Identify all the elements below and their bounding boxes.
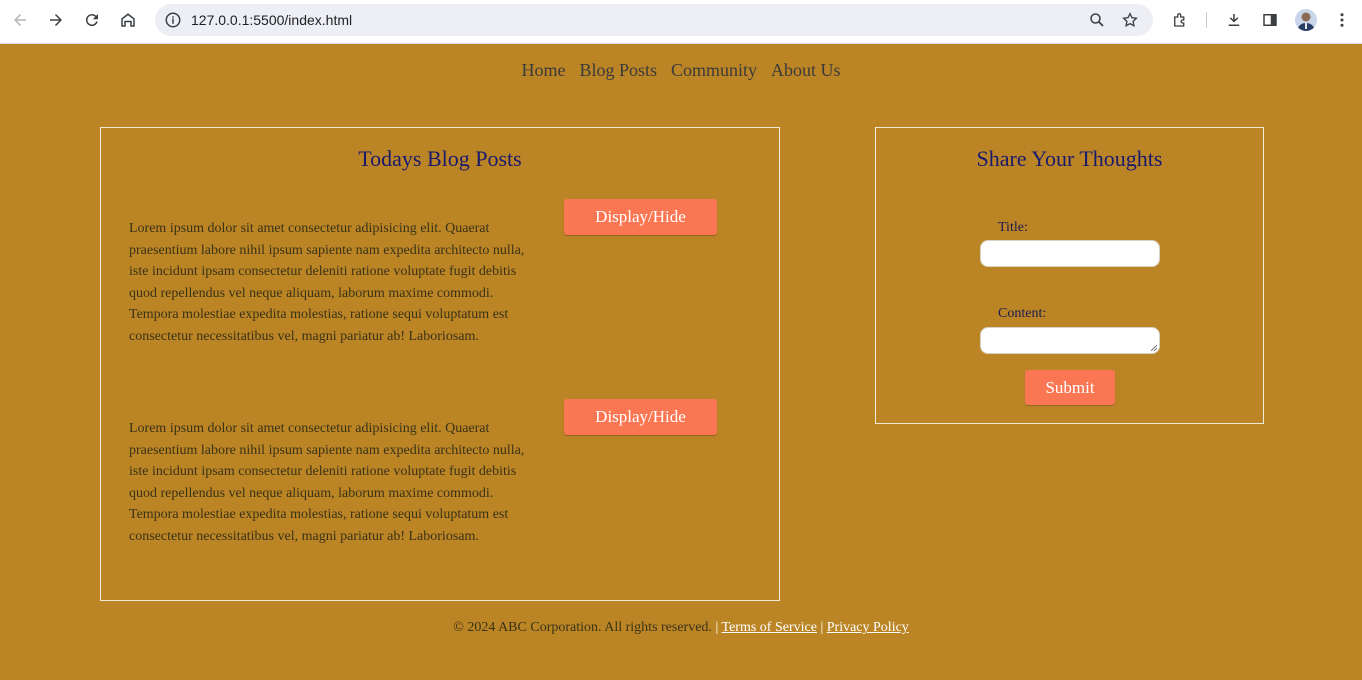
profile-avatar[interactable] bbox=[1295, 9, 1317, 31]
blog-post-text-2: Lorem ipsum dolor sit amet consectetur a… bbox=[129, 421, 525, 544]
side-panel-icon[interactable] bbox=[1260, 10, 1280, 30]
privacy-policy-link[interactable]: Privacy Policy bbox=[827, 620, 909, 635]
nav-item-community[interactable]: Community bbox=[671, 60, 757, 81]
home-icon[interactable] bbox=[118, 10, 138, 30]
title-label: Title: bbox=[998, 220, 1028, 235]
url-text[interactable]: 127.0.0.1:5500/index.html bbox=[191, 12, 352, 28]
zoom-icon[interactable] bbox=[1087, 10, 1107, 30]
terms-of-service-link[interactable]: Terms of Service bbox=[722, 620, 817, 635]
content-label: Content: bbox=[998, 306, 1047, 321]
browser-toolbar: 127.0.0.1:5500/index.html bbox=[0, 0, 1362, 44]
reload-icon[interactable] bbox=[82, 10, 102, 30]
bookmark-star-icon[interactable] bbox=[1120, 10, 1140, 30]
content-textarea[interactable] bbox=[980, 327, 1160, 354]
copyright-text: © 2024 ABC Corporation. All rights reser… bbox=[453, 620, 712, 635]
footer-separator: | bbox=[715, 620, 719, 635]
nav-item-blog-posts[interactable]: Blog Posts bbox=[579, 60, 657, 81]
downloads-icon[interactable] bbox=[1224, 10, 1244, 30]
address-bar[interactable]: 127.0.0.1:5500/index.html bbox=[155, 4, 1153, 36]
nav-item-home[interactable]: Home bbox=[521, 60, 565, 81]
extensions-icon[interactable] bbox=[1170, 10, 1190, 30]
share-thoughts-panel: Share Your Thoughts Title: Content: Subm… bbox=[875, 127, 1264, 424]
blog-posts-panel: Todays Blog Posts Lorem ipsum dolor sit … bbox=[100, 127, 780, 601]
display-hide-button-2[interactable]: Display/Hide bbox=[564, 399, 717, 435]
blog-post-text-1: Lorem ipsum dolor sit amet consectetur a… bbox=[129, 221, 525, 344]
display-hide-button-1[interactable]: Display/Hide bbox=[564, 199, 717, 235]
nav-item-about-us[interactable]: About Us bbox=[771, 60, 841, 81]
page-footer: © 2024 ABC Corporation. All rights reser… bbox=[0, 620, 1362, 636]
menu-kebab-icon[interactable] bbox=[1332, 10, 1352, 30]
blog-posts-heading: Todays Blog Posts bbox=[358, 146, 522, 171]
site-info-icon[interactable] bbox=[163, 10, 183, 30]
resize-handle-icon[interactable] bbox=[1150, 344, 1157, 351]
back-icon[interactable] bbox=[10, 10, 30, 30]
footer-separator: | bbox=[820, 620, 824, 635]
main-nav: Home Blog Posts Community About Us bbox=[0, 60, 1362, 81]
submit-button[interactable]: Submit bbox=[1025, 370, 1115, 405]
share-thoughts-heading: Share Your Thoughts bbox=[976, 146, 1163, 171]
toolbar-divider bbox=[1206, 12, 1207, 28]
forward-icon[interactable] bbox=[46, 10, 66, 30]
title-input[interactable] bbox=[980, 240, 1160, 267]
